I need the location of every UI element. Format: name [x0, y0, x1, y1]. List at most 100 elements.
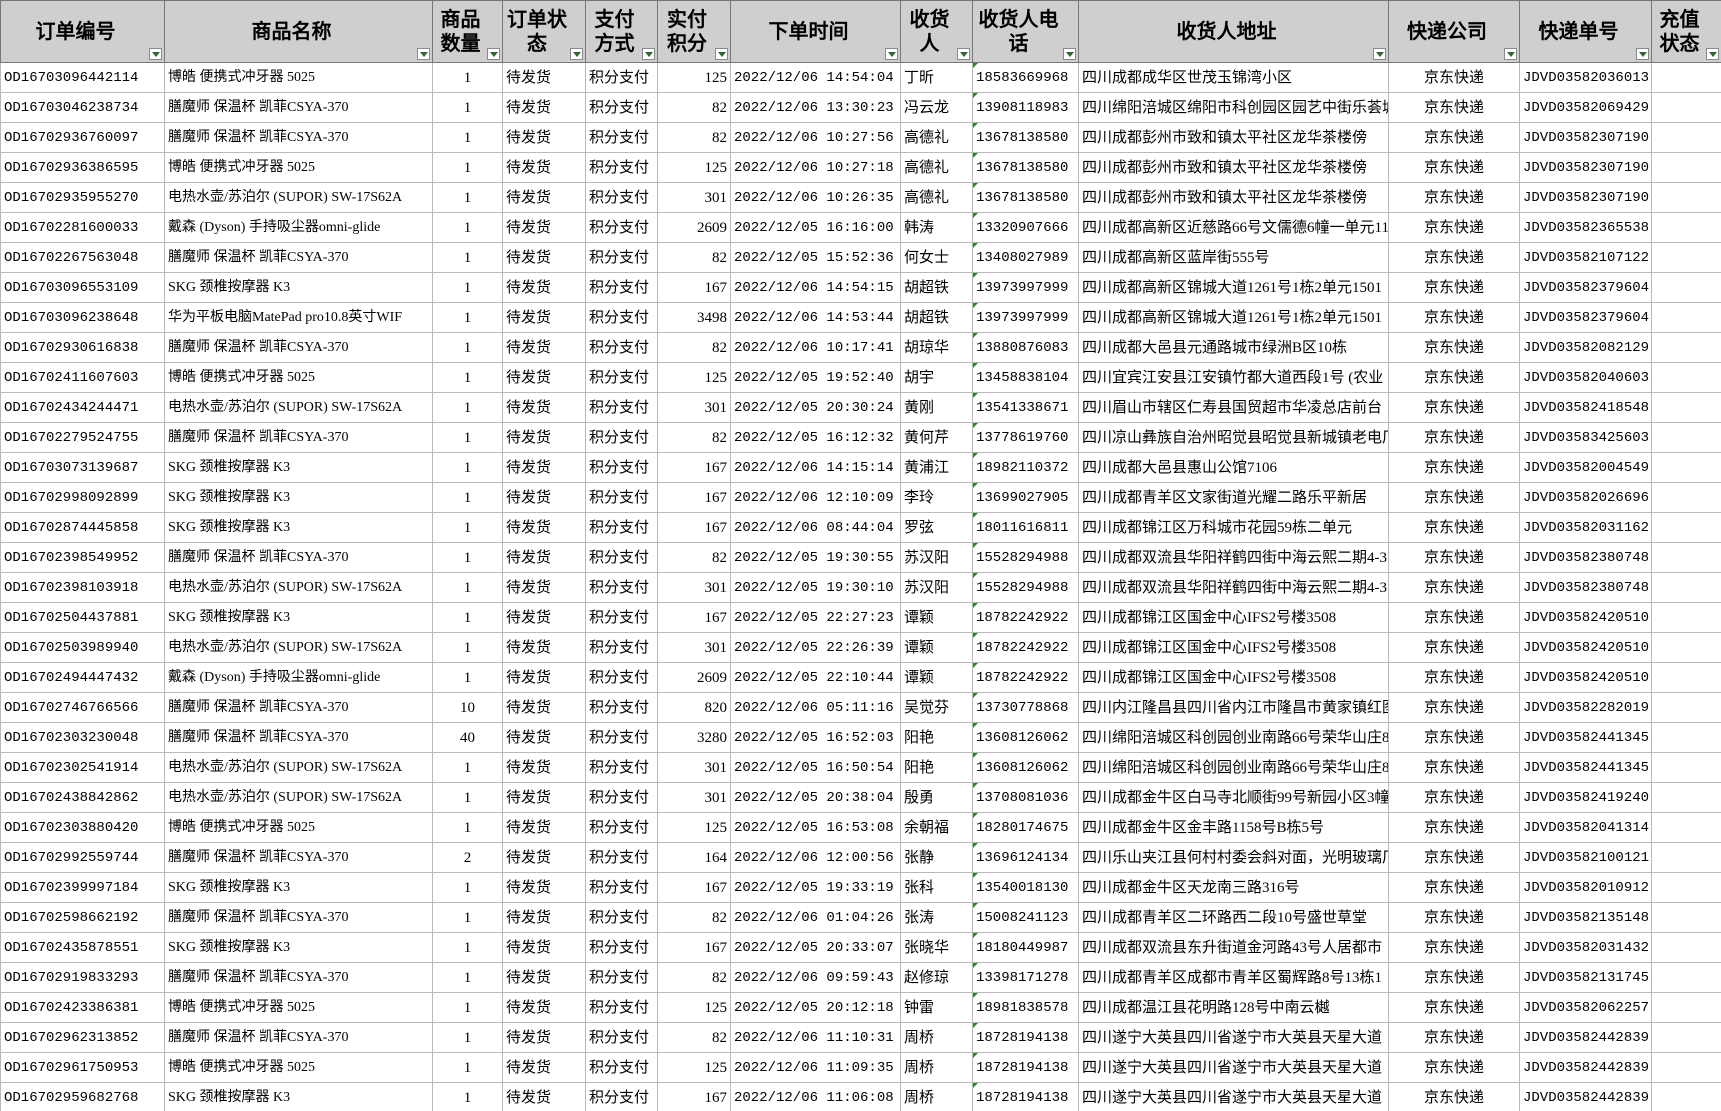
cell-courier[interactable]: 京东快递 [1388, 332, 1520, 363]
cell-product-name[interactable]: SKG 颈椎按摩器 K3 [164, 482, 433, 513]
cell-order-id[interactable]: OD16702503989940 [0, 632, 165, 663]
cell-courier[interactable]: 京东快递 [1388, 302, 1520, 333]
cell-order-time[interactable]: 2022/12/06 11:06:08 [730, 1082, 901, 1111]
filter-dropdown-icon[interactable] [487, 48, 500, 60]
cell-order-status[interactable]: 待发货 [502, 962, 586, 993]
cell-quantity[interactable]: 1 [432, 212, 503, 243]
cell-courier[interactable]: 京东快递 [1388, 62, 1520, 93]
cell-recipient-phone[interactable]: 18728194138 [972, 1022, 1079, 1053]
cell-order-id[interactable]: OD16702494447432 [0, 662, 165, 693]
cell-quantity[interactable]: 1 [432, 482, 503, 513]
cell-recipient[interactable]: 阳艳 [900, 752, 973, 783]
cell-recipient-address[interactable]: 四川成都青羊区二环路西二段10号盛世草堂 [1078, 902, 1389, 933]
cell-order-status[interactable]: 待发货 [502, 1022, 586, 1053]
cell-recharge-status[interactable] [1651, 212, 1721, 243]
cell-order-status[interactable]: 待发货 [502, 902, 586, 933]
cell-recipient-address[interactable]: 四川内江隆昌县四川省内江市隆昌市黄家镇红图 [1078, 692, 1389, 723]
cell-recharge-status[interactable] [1651, 752, 1721, 783]
cell-order-time[interactable]: 2022/12/05 16:52:03 [730, 722, 901, 753]
cell-order-time[interactable]: 2022/12/06 01:04:26 [730, 902, 901, 933]
cell-order-status[interactable]: 待发货 [502, 62, 586, 93]
cell-recipient-phone[interactable]: 18728194138 [972, 1082, 1079, 1111]
cell-points-paid[interactable]: 82 [657, 122, 731, 153]
cell-payment-method[interactable]: 积分支付 [585, 482, 658, 513]
cell-order-time[interactable]: 2022/12/05 16:50:54 [730, 752, 901, 783]
cell-order-time[interactable]: 2022/12/06 12:10:09 [730, 482, 901, 513]
cell-points-paid[interactable]: 167 [657, 872, 731, 903]
cell-product-name[interactable]: 膳魔师 保温杯 凯菲CSYA-370 [164, 902, 433, 933]
cell-courier[interactable]: 京东快递 [1388, 632, 1520, 663]
cell-recipient[interactable]: 罗弦 [900, 512, 973, 543]
cell-order-id[interactable]: OD16702399997184 [0, 872, 165, 903]
cell-recipient[interactable]: 张晓华 [900, 932, 973, 963]
cell-payment-method[interactable]: 积分支付 [585, 632, 658, 663]
cell-payment-method[interactable]: 积分支付 [585, 812, 658, 843]
cell-points-paid[interactable]: 82 [657, 902, 731, 933]
cell-order-id[interactable]: OD16702281600033 [0, 212, 165, 243]
cell-courier[interactable]: 京东快递 [1388, 362, 1520, 393]
cell-recipient-phone[interactable]: 18982110372 [972, 452, 1079, 483]
cell-recipient[interactable]: 胡琼华 [900, 332, 973, 363]
cell-recipient-phone[interactable]: 18782242922 [972, 632, 1079, 663]
cell-recharge-status[interactable] [1651, 242, 1721, 273]
cell-order-status[interactable]: 待发货 [502, 842, 586, 873]
cell-recipient-phone[interactable]: 13778619760 [972, 422, 1079, 453]
cell-order-time[interactable]: 2022/12/06 11:10:31 [730, 1022, 901, 1053]
cell-product-name[interactable]: 膳魔师 保温杯 凯菲CSYA-370 [164, 722, 433, 753]
cell-order-id[interactable]: OD16702936386595 [0, 152, 165, 183]
cell-recipient[interactable]: 何女士 [900, 242, 973, 273]
filter-dropdown-icon[interactable] [1636, 48, 1649, 60]
cell-payment-method[interactable]: 积分支付 [585, 932, 658, 963]
cell-recipient-address[interactable]: 四川成都锦江区国金中心IFS2号楼3508 [1078, 602, 1389, 633]
cell-payment-method[interactable]: 积分支付 [585, 962, 658, 993]
filter-dropdown-icon[interactable] [149, 48, 162, 60]
cell-payment-method[interactable]: 积分支付 [585, 902, 658, 933]
cell-product-name[interactable]: 戴森 (Dyson) 手持吸尘器omni-glide [164, 662, 433, 693]
cell-courier[interactable]: 京东快递 [1388, 692, 1520, 723]
cell-tracking-no[interactable]: JDVD03582031432 [1519, 932, 1652, 963]
cell-recharge-status[interactable] [1651, 902, 1721, 933]
cell-product-name[interactable]: 膳魔师 保温杯 凯菲CSYA-370 [164, 422, 433, 453]
cell-order-time[interactable]: 2022/12/06 05:11:16 [730, 692, 901, 723]
cell-recipient-address[interactable]: 四川遂宁大英县四川省遂宁市大英县天星大道 [1078, 1082, 1389, 1111]
cell-quantity[interactable]: 10 [432, 692, 503, 723]
cell-tracking-no[interactable]: JDVD03582131745 [1519, 962, 1652, 993]
filter-dropdown-icon[interactable] [417, 48, 430, 60]
column-header-order-id[interactable]: 订单编号 [0, 0, 165, 63]
cell-quantity[interactable]: 1 [432, 932, 503, 963]
cell-payment-method[interactable]: 积分支付 [585, 272, 658, 303]
column-header-tracking-no[interactable]: 快递单号 [1519, 0, 1652, 63]
cell-courier[interactable]: 京东快递 [1388, 782, 1520, 813]
cell-order-time[interactable]: 2022/12/05 19:30:10 [730, 572, 901, 603]
cell-order-id[interactable]: OD16702962313852 [0, 1022, 165, 1053]
cell-order-time[interactable]: 2022/12/05 20:38:04 [730, 782, 901, 813]
cell-recipient-phone[interactable]: 13908118983 [972, 92, 1079, 123]
cell-product-name[interactable]: 膳魔师 保温杯 凯菲CSYA-370 [164, 1022, 433, 1053]
cell-recharge-status[interactable] [1651, 602, 1721, 633]
column-header-order-time[interactable]: 下单时间 [730, 0, 901, 63]
cell-courier[interactable]: 京东快递 [1388, 902, 1520, 933]
cell-tracking-no[interactable]: JDVD03582420510 [1519, 632, 1652, 663]
cell-payment-method[interactable]: 积分支付 [585, 362, 658, 393]
cell-recharge-status[interactable] [1651, 962, 1721, 993]
cell-recipient[interactable]: 谭颖 [900, 632, 973, 663]
cell-order-id[interactable]: OD16702746766566 [0, 692, 165, 723]
cell-courier[interactable]: 京东快递 [1388, 752, 1520, 783]
cell-recipient-address[interactable]: 四川眉山市辖区仁寿县国贸超市华凌总店前台 [1078, 392, 1389, 423]
cell-product-name[interactable]: 膳魔师 保温杯 凯菲CSYA-370 [164, 842, 433, 873]
filter-dropdown-icon[interactable] [1063, 48, 1076, 60]
filter-dropdown-icon[interactable] [1504, 48, 1517, 60]
cell-quantity[interactable]: 1 [432, 782, 503, 813]
cell-quantity[interactable]: 1 [432, 272, 503, 303]
cell-tracking-no[interactable]: JDVD03582307190 [1519, 122, 1652, 153]
cell-tracking-no[interactable]: JDVD03582307190 [1519, 152, 1652, 183]
cell-recipient-phone[interactable]: 15008241123 [972, 902, 1079, 933]
cell-recipient-address[interactable]: 四川成都彭州市致和镇太平社区龙华茶楼傍 [1078, 182, 1389, 213]
column-header-points-paid[interactable]: 实付积分 [657, 0, 731, 63]
cell-order-time[interactable]: 2022/12/06 10:27:18 [730, 152, 901, 183]
cell-order-id[interactable]: OD16702936760097 [0, 122, 165, 153]
cell-recipient-address[interactable]: 四川乐山夹江县何村村委会斜对面，光明玻璃厂 [1078, 842, 1389, 873]
cell-recipient-address[interactable]: 四川成都彭州市致和镇太平社区龙华茶楼傍 [1078, 122, 1389, 153]
cell-payment-method[interactable]: 积分支付 [585, 1022, 658, 1053]
cell-recipient-address[interactable]: 四川成都锦江区万科城市花园59栋二单元 [1078, 512, 1389, 543]
